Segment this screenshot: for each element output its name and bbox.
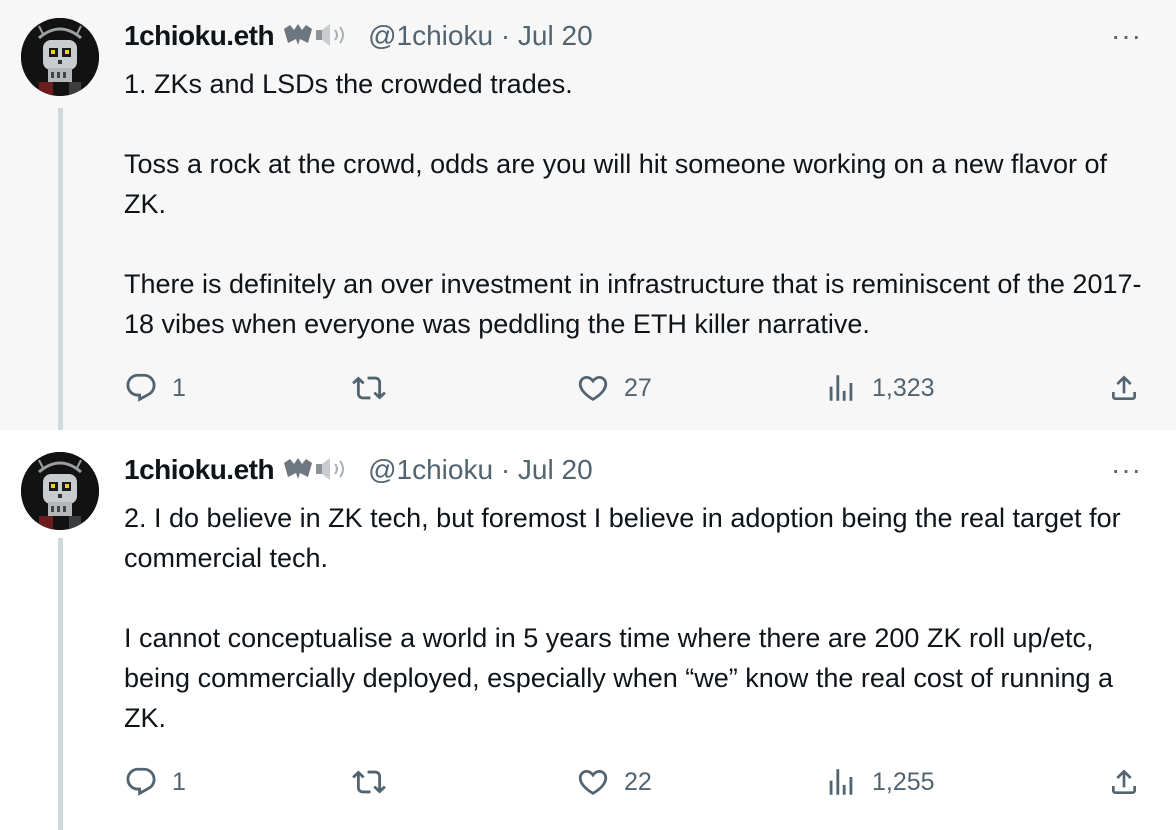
more-options-icon[interactable]: ··· xyxy=(1111,20,1142,52)
tweet-paragraph: There is definitely an over investment i… xyxy=(124,269,1142,339)
author-name[interactable]: 1chioku.eth xyxy=(124,20,275,51)
views-icon xyxy=(824,371,858,405)
retweet-button[interactable] xyxy=(352,368,400,408)
tweet-paragraph: Toss a rock at the crowd, odds are you w… xyxy=(124,149,1107,219)
heart-icon xyxy=(576,765,610,799)
tweet-date[interactable]: Jul 20 xyxy=(518,20,593,51)
tweet-paragraph: 1. ZKs and LSDs the crowded trades. xyxy=(124,69,573,99)
reply-icon xyxy=(124,371,158,405)
avatar[interactable] xyxy=(21,18,99,96)
tweet-header: 1chioku.eth @1chioku · Jul 20 xyxy=(124,20,593,56)
share-button[interactable] xyxy=(1108,368,1140,408)
views-count: 1,323 xyxy=(872,373,935,402)
heart-icon xyxy=(576,371,610,405)
tweet-text: 2. I do believe in ZK tech, but foremost… xyxy=(124,498,1154,738)
retweet-button[interactable] xyxy=(352,762,400,802)
share-icon xyxy=(1108,372,1140,404)
share-button[interactable] xyxy=(1108,762,1140,802)
tweet-text: 1. ZKs and LSDs the crowded trades. Toss… xyxy=(124,64,1154,344)
avatar[interactable] xyxy=(21,452,99,530)
separator-dot: · xyxy=(500,20,511,51)
reply-count: 1 xyxy=(172,373,186,402)
author-name[interactable]: 1chioku.eth xyxy=(124,454,275,485)
like-count: 27 xyxy=(624,373,652,402)
bat-speaker-emoji-icon xyxy=(282,455,362,490)
tweet-paragraph: 2. I do believe in ZK tech, but foremost… xyxy=(124,503,1121,573)
author-handle[interactable]: @1chioku xyxy=(368,454,493,485)
retweet-icon xyxy=(352,371,386,405)
tweet-2[interactable]: 1chioku.eth @1chioku · Jul 20 ··· 2. I do… xyxy=(0,430,1176,830)
share-icon xyxy=(1108,766,1140,798)
reply-icon xyxy=(124,765,158,799)
tweet-header: 1chioku.eth @1chioku · Jul 20 xyxy=(124,454,593,490)
retweet-icon xyxy=(352,765,386,799)
reply-button[interactable]: 1 xyxy=(124,762,186,802)
reply-button[interactable]: 1 xyxy=(124,368,186,408)
views-icon xyxy=(824,765,858,799)
views-button[interactable]: 1,255 xyxy=(824,762,935,802)
like-button[interactable]: 22 xyxy=(576,762,652,802)
tweet-paragraph: I cannot conceptualise a world in 5 year… xyxy=(124,623,1114,733)
like-count: 22 xyxy=(624,767,652,796)
tweet-date[interactable]: Jul 20 xyxy=(518,454,593,485)
views-count: 1,255 xyxy=(872,767,935,796)
action-bar: 1 27 1,323 xyxy=(124,368,1144,408)
tweet-1[interactable]: 1chioku.eth @1chioku · Jul 20 ··· 1. ZKs … xyxy=(0,0,1176,430)
action-bar: 1 22 1,255 xyxy=(124,762,1144,802)
reply-count: 1 xyxy=(172,767,186,796)
separator-dot: · xyxy=(500,454,511,485)
thread-line xyxy=(58,108,63,430)
more-options-icon[interactable]: ··· xyxy=(1111,454,1142,486)
like-button[interactable]: 27 xyxy=(576,368,652,408)
views-button[interactable]: 1,323 xyxy=(824,368,935,408)
bat-speaker-emoji-icon xyxy=(282,21,362,56)
thread-line xyxy=(58,538,63,830)
author-handle[interactable]: @1chioku xyxy=(368,20,493,51)
